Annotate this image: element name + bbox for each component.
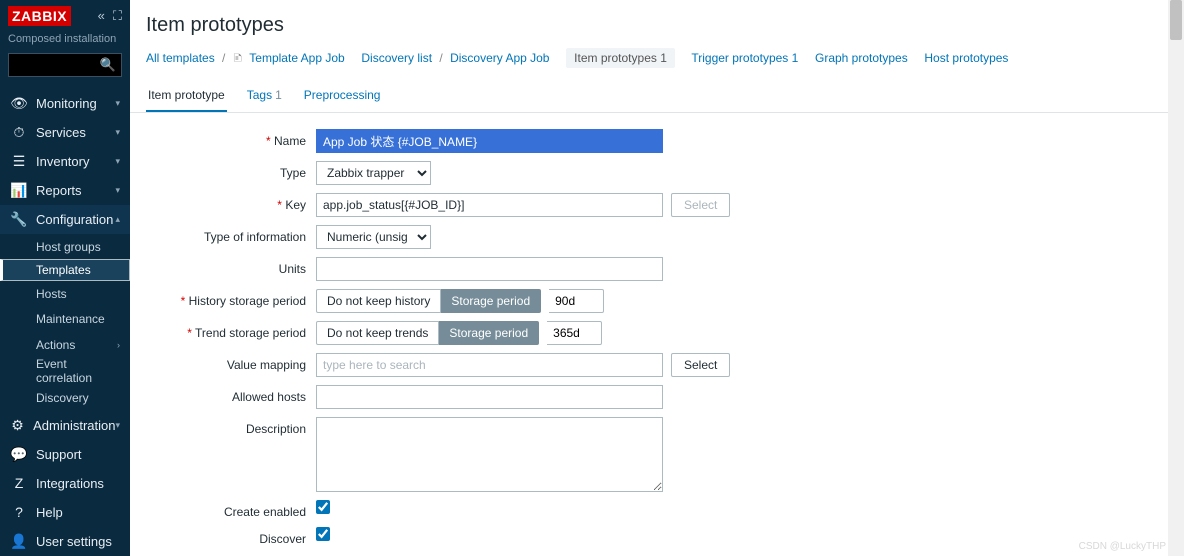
template-icon: 🗈	[233, 51, 242, 65]
crumb-host-prototypes[interactable]: Host prototypes	[924, 51, 1008, 65]
main-content: Item prototypes All templates /🗈 Templat…	[130, 0, 1184, 556]
key-select-button[interactable]: Select	[671, 193, 730, 217]
install-subtitle: Composed installation	[0, 33, 130, 53]
logo[interactable]: ZABBIX	[8, 6, 71, 26]
chevron-up-icon: ▴	[115, 214, 120, 225]
wrench-icon: 🔧	[10, 211, 28, 228]
toi-select[interactable]: Numeric (unsigned)	[316, 225, 431, 249]
list-icon: ☰	[10, 153, 28, 170]
breadcrumb: All templates /🗈 Template App Job Discov…	[130, 49, 1184, 80]
history-storage-button[interactable]: Storage period	[441, 289, 541, 313]
label-trend: Trend storage period	[146, 321, 316, 340]
trend-storage-button[interactable]: Storage period	[439, 321, 539, 345]
label-discover: Discover	[146, 527, 316, 546]
label-type: Type	[146, 161, 316, 180]
discover-checkbox[interactable]	[316, 527, 330, 541]
valmap-select-button[interactable]: Select	[671, 353, 730, 377]
fullscreen-icon[interactable]: ⛶	[113, 8, 122, 24]
tab-tags[interactable]: Tags1	[245, 80, 284, 112]
value-mapping-input[interactable]	[316, 353, 663, 377]
trend-no-button[interactable]: Do not keep trends	[316, 321, 439, 345]
user-icon: 👤	[10, 533, 28, 550]
crumb-graph-prototypes[interactable]: Graph prototypes	[815, 51, 908, 65]
type-select[interactable]: Zabbix trapper	[316, 161, 431, 185]
key-input[interactable]	[316, 193, 663, 217]
watermark: CSDN @LuckyTHP	[1079, 541, 1166, 552]
chevron-down-icon: ▾	[115, 98, 120, 109]
page-title: Item prototypes	[130, 0, 1184, 49]
label-create-enabled: Create enabled	[146, 500, 316, 519]
integrations-icon: Z	[10, 475, 28, 491]
nav-monitoring[interactable]: 👁Monitoring▾	[0, 89, 130, 118]
scroll-thumb[interactable]	[1170, 0, 1182, 40]
clock-icon: ⏱	[10, 124, 28, 141]
sidebar-item-event-correlation[interactable]: Event correlation	[0, 357, 130, 385]
tab-item-prototype[interactable]: Item prototype	[146, 80, 227, 112]
support-icon: 💬	[10, 446, 28, 463]
nav-user-settings[interactable]: 👤User settings	[0, 527, 130, 556]
nav-support[interactable]: 💬Support	[0, 440, 130, 469]
description-textarea[interactable]	[316, 417, 663, 492]
chevron-down-icon: ▾	[115, 156, 120, 167]
sidebar-item-maintenance[interactable]: Maintenance	[0, 307, 130, 332]
crumb-trigger-prototypes[interactable]: Trigger prototypes 1	[691, 51, 798, 65]
allowed-hosts-input[interactable]	[316, 385, 663, 409]
sidebar: ZABBIX « ⛶ Composed installation 🔍 👁Moni…	[0, 0, 130, 556]
sidebar-item-hosts[interactable]: Hosts	[0, 281, 130, 306]
create-enabled-checkbox[interactable]	[316, 500, 330, 514]
sidebar-item-discovery[interactable]: Discovery	[0, 385, 130, 410]
help-icon: ?	[10, 504, 28, 520]
nav-integrations[interactable]: ZIntegrations	[0, 469, 130, 498]
sidebar-item-host-groups[interactable]: Host groups	[0, 234, 130, 259]
label-allowed: Allowed hosts	[146, 385, 316, 404]
label-key: Key	[146, 193, 316, 212]
chevron-down-icon: ▾	[115, 185, 120, 196]
search-icon[interactable]: 🔍	[100, 57, 116, 73]
gear-icon: ⚙	[10, 417, 25, 434]
history-no-button[interactable]: Do not keep history	[316, 289, 441, 313]
trend-value-input[interactable]	[547, 321, 602, 345]
collapse-icon[interactable]: «	[98, 8, 105, 24]
scrollbar[interactable]	[1168, 0, 1184, 556]
nav-configuration[interactable]: 🔧Configuration▴	[0, 205, 130, 234]
label-units: Units	[146, 257, 316, 276]
label-description: Description	[146, 417, 316, 436]
label-toi: Type of information	[146, 225, 316, 244]
crumb-all-templates[interactable]: All templates	[146, 51, 215, 65]
chevron-down-icon: ▾	[115, 420, 120, 431]
label-history: History storage period	[146, 289, 316, 308]
nav-inventory[interactable]: ☰Inventory▾	[0, 147, 130, 176]
crumb-discovery-rule[interactable]: Discovery App Job	[450, 51, 549, 65]
crumb-discovery-list[interactable]: Discovery list	[361, 51, 432, 65]
units-input[interactable]	[316, 257, 663, 281]
sidebar-item-templates[interactable]: Templates	[0, 259, 130, 281]
tab-preprocessing[interactable]: Preprocessing	[302, 80, 383, 112]
form-tabs: Item prototype Tags1 Preprocessing	[130, 80, 1184, 113]
label-valmap: Value mapping	[146, 353, 316, 372]
crumb-item-prototypes[interactable]: Item prototypes 1	[566, 48, 675, 68]
eye-icon: 👁	[10, 95, 28, 112]
name-input[interactable]	[316, 129, 663, 153]
nav-administration[interactable]: ⚙Administration▾	[0, 411, 130, 440]
nav-help[interactable]: ?Help	[0, 498, 130, 527]
chevron-down-icon: ▾	[115, 127, 120, 138]
nav-reports[interactable]: 📊Reports▾	[0, 176, 130, 205]
label-name: Name	[146, 129, 316, 148]
chevron-right-icon: ›	[117, 340, 120, 350]
history-value-input[interactable]	[549, 289, 604, 313]
sidebar-item-actions[interactable]: Actions›	[0, 332, 130, 357]
chart-icon: 📊	[10, 182, 28, 199]
nav-services[interactable]: ⏱Services▾	[0, 118, 130, 147]
crumb-template[interactable]: Template App Job	[249, 51, 344, 65]
